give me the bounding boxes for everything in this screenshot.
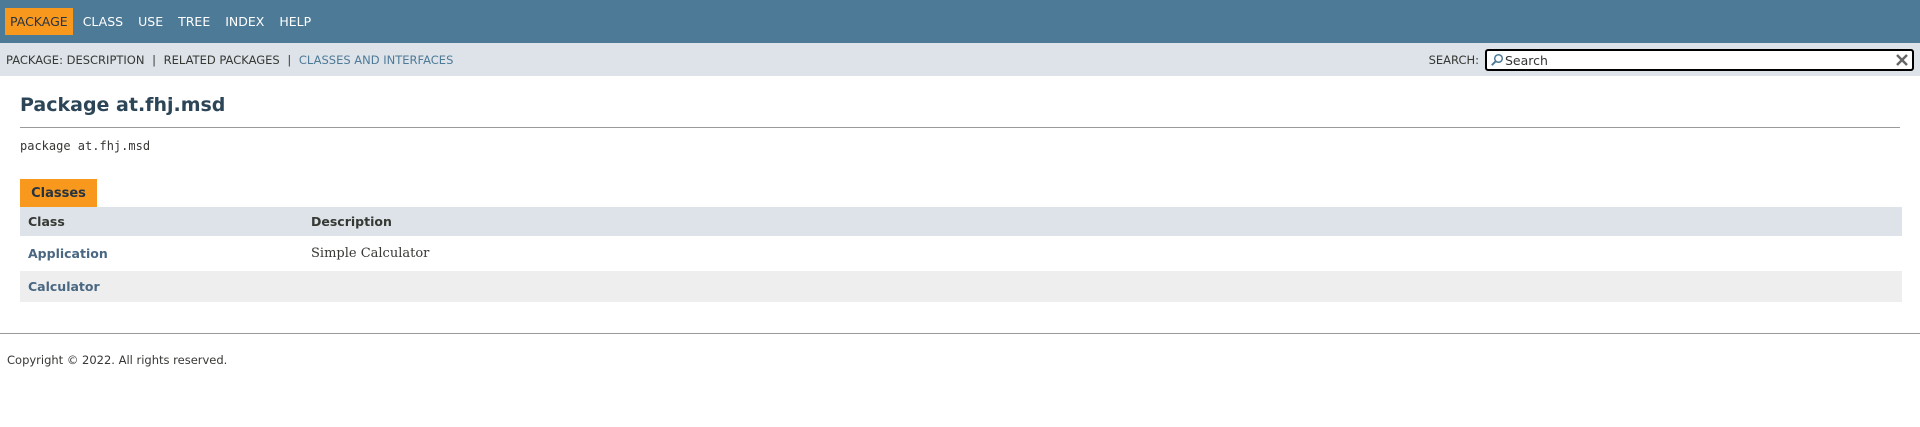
sub-nav-description-link[interactable]: Description [67, 53, 145, 67]
description-cell: Simple Calculator [303, 236, 1902, 271]
search-box[interactable] [1485, 49, 1914, 71]
sub-nav-package-label: Package: [6, 53, 63, 67]
nav-package[interactable]: Package [5, 8, 73, 35]
nav-use[interactable]: Use [133, 8, 168, 35]
nav-class[interactable]: Class [78, 8, 128, 35]
classes-summary-table: Class Description Application Simple Cal… [20, 207, 1902, 302]
class-description: Simple Calculator [311, 246, 430, 261]
column-header-description: Description [311, 214, 392, 229]
table-row: Calculator [20, 271, 1902, 302]
search-input[interactable] [1505, 51, 1885, 69]
nav-index[interactable]: Index [220, 8, 269, 35]
sub-nav-related-packages-link[interactable]: Related Packages [164, 53, 280, 67]
sub-nav-separator: | [152, 53, 156, 67]
nav-help[interactable]: Help [274, 8, 316, 35]
table-row: Application Simple Calculator [20, 236, 1902, 271]
column-header-class: Class [28, 214, 65, 229]
sub-nav-classes-interfaces-link[interactable]: Classes and Interfaces [299, 53, 453, 67]
search-area: SEARCH: [1429, 49, 1914, 71]
close-icon[interactable] [1895, 53, 1909, 67]
page-title: Package at.fhj.msd [20, 94, 226, 116]
top-navbar: Package Class Use Tree Index Help [0, 0, 1920, 43]
footer-divider [0, 333, 1920, 334]
sub-nav-separator: | [287, 53, 292, 67]
description-cell [303, 271, 1902, 302]
table-header-row: Class Description [20, 207, 1902, 236]
class-cell: Application [20, 236, 303, 271]
sub-navbar: Package: Description | Related Packages … [0, 43, 1920, 76]
copyright-notice: Copyright © 2022. All rights reserved. [7, 353, 228, 367]
tab-classes[interactable]: Classes [20, 179, 97, 207]
search-label: SEARCH: [1428, 53, 1479, 67]
page-header: Package at.fhj.msd [20, 94, 1900, 116]
sub-nav-links: Package: Description | Related Packages … [6, 53, 453, 67]
search-icon [1491, 53, 1504, 66]
class-link-calculator[interactable]: Calculator [28, 279, 100, 294]
class-cell: Calculator [20, 271, 303, 302]
title-divider [20, 127, 1900, 128]
top-nav-list: Package Class Use Tree Index Help [0, 8, 321, 35]
nav-tree[interactable]: Tree [173, 8, 215, 35]
package-signature: package at.fhj.msd [20, 139, 151, 153]
class-link-application[interactable]: Application [28, 246, 108, 261]
